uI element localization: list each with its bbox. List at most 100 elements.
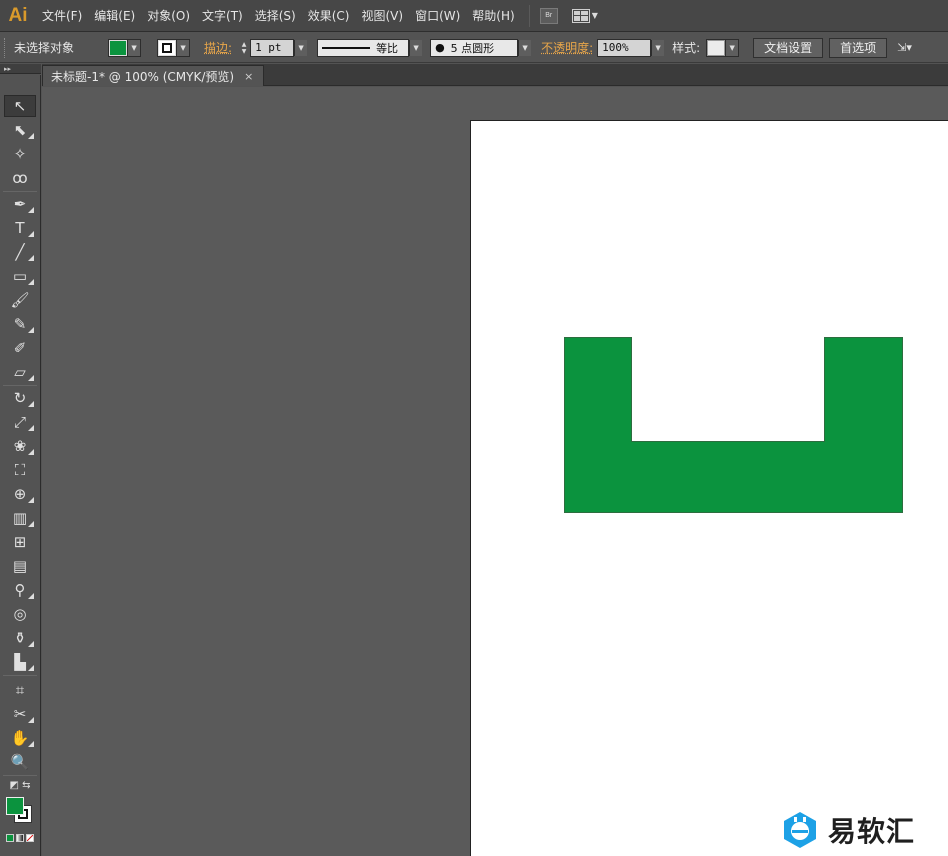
slice-tool-icon[interactable]: ✂ <box>4 703 36 725</box>
stroke-weight-stepper[interactable]: ▲ ▼ <box>238 39 250 57</box>
workspace-switcher[interactable]: ▼ <box>571 8 598 23</box>
brush-preview: ● 5 点圆形 <box>430 38 519 57</box>
type-tool-icon[interactable]: T <box>4 217 36 239</box>
menu-effect[interactable]: 效果(C) <box>302 0 356 32</box>
rectangle-tool-icon[interactable]: ▭ <box>4 265 36 287</box>
blob-brush-tool-icon[interactable]: ✐ <box>4 337 36 359</box>
magic-wand-tool-icon[interactable]: ✧ <box>4 143 36 165</box>
chevron-down-icon: ▼ <box>518 39 532 56</box>
menu-view[interactable]: 视图(V) <box>355 0 409 32</box>
app-logo: Ai <box>8 4 28 26</box>
fill-color-picker[interactable]: ▼ <box>108 38 142 57</box>
chevron-down-icon: ▼ <box>409 39 423 56</box>
free-transform-tool-icon[interactable]: ⛶ <box>4 459 36 481</box>
artboard-tool-icon[interactable]: ⌗ <box>4 679 36 701</box>
selection-tool-icon[interactable]: ↖ <box>4 95 36 117</box>
stroke-weight-field[interactable]: 1 pt <box>250 38 295 57</box>
graphic-style-picker[interactable]: ▼ <box>706 38 740 57</box>
toolbox-separator <box>3 675 37 676</box>
chevron-down-icon: ▼ <box>591 11 598 20</box>
preferences-button[interactable]: 首选项 <box>829 37 888 58</box>
color-mode-buttons[interactable] <box>6 834 34 842</box>
canvas-area[interactable] <box>42 87 948 856</box>
document-tab-title: 未标题-1* @ 100% (CMYK/预览) <box>51 69 235 84</box>
perspective-grid-tool-icon[interactable]: ▥ <box>4 507 36 529</box>
panel-menu-icon[interactable]: ⇲▾ <box>897 41 912 54</box>
chevron-down-icon: ▼ <box>127 39 141 56</box>
toolbox: ↖ ⬉ ✧ ꝏ ✒ T ╱ ▭ 🖌 ✎ ✐ ▱ ↻ ⤢ ❀ ⛶ ⊕ ▥ ⊞ ▤ … <box>0 75 41 856</box>
stroke-label[interactable]: 描边: <box>204 39 232 56</box>
close-icon[interactable]: × <box>244 70 253 83</box>
brush-definition[interactable]: ● 5 点圆形 ▼ <box>430 38 532 57</box>
menu-separator <box>528 4 530 27</box>
chevron-down-icon: ▼ <box>725 39 739 56</box>
paintbrush-tool-icon[interactable]: 🖌 <box>4 289 36 311</box>
brush-dot-icon: ● <box>435 41 445 54</box>
watermark: 易软汇 <box>780 810 915 850</box>
eraser-tool-icon[interactable]: ▱ <box>4 361 36 383</box>
variable-width-profile[interactable]: 等比 ▼ <box>317 38 423 57</box>
fill-swatch <box>109 39 128 56</box>
direct-selection-tool-icon[interactable]: ⬉ <box>4 119 36 141</box>
stroke-weight-combo[interactable]: 1 pt ▼ <box>250 38 308 57</box>
selection-status: 未选择对象 <box>14 41 75 55</box>
menu-edit[interactable]: 编辑(E) <box>88 0 141 32</box>
blend-tool-icon[interactable]: ◎ <box>4 603 36 625</box>
menu-window[interactable]: 窗口(W) <box>409 0 466 32</box>
toolbox-separator <box>3 191 37 192</box>
mesh-tool-icon[interactable]: ⊞ <box>4 531 36 553</box>
pencil-tool-icon[interactable]: ✎ <box>4 313 36 335</box>
opacity-field[interactable]: 100% <box>597 38 652 57</box>
fill-stroke-widget[interactable] <box>4 795 36 831</box>
gradient-tool-icon[interactable]: ▤ <box>4 555 36 577</box>
opacity-combo[interactable]: 100% ▼ <box>597 38 665 57</box>
pen-tool-icon[interactable]: ✒ <box>4 193 36 215</box>
shape-builder-tool-icon[interactable]: ⊕ <box>4 483 36 505</box>
lasso-tool-icon[interactable]: ꝏ <box>4 167 36 189</box>
document-setup-button[interactable]: 文档设置 <box>753 37 824 58</box>
opacity-label[interactable]: 不透明度: <box>541 39 593 56</box>
chevron-down-icon: ▼ <box>651 39 665 56</box>
document-tab-bar: 未标题-1* @ 100% (CMYK/预览) × <box>42 64 948 86</box>
menu-bar: Ai 文件(F) 编辑(E) 对象(O) 文字(T) 选择(S) 效果(C) 视… <box>0 0 948 32</box>
menu-object[interactable]: 对象(O) <box>141 0 196 32</box>
default-colors-swap-icon[interactable]: ◩ ⇆ <box>4 777 36 793</box>
symbol-sprayer-tool-icon[interactable]: ⚱ <box>4 627 36 649</box>
control-bar-grip[interactable] <box>4 37 8 58</box>
menu-type[interactable]: 文字(T) <box>196 0 249 32</box>
u-shape-path[interactable] <box>564 337 904 513</box>
menu-file[interactable]: 文件(F) <box>36 0 88 32</box>
menu-select[interactable]: 选择(S) <box>249 0 302 32</box>
hand-tool-icon[interactable]: ✋ <box>4 727 36 749</box>
color-mode-icon[interactable] <box>6 834 14 842</box>
toolbox-collapse-toggle[interactable]: ▸▸ <box>0 64 41 74</box>
style-label: 样式: <box>672 41 701 55</box>
chevron-down-icon: ▼ <box>294 39 308 56</box>
gradient-mode-icon[interactable] <box>16 834 24 842</box>
scale-tool-icon[interactable]: ⤢ <box>4 411 36 433</box>
artboard[interactable] <box>470 120 948 856</box>
profile-label: 等比 <box>376 41 399 55</box>
bridge-button[interactable]: Br <box>539 7 558 24</box>
column-graph-tool-icon[interactable]: ▙ <box>4 651 36 673</box>
eyedropper-tool-icon[interactable]: ⚲ <box>4 579 36 601</box>
none-mode-icon[interactable] <box>26 834 34 842</box>
chevron-down-icon: ▼ <box>176 39 190 56</box>
rotate-tool-icon[interactable]: ↻ <box>4 387 36 409</box>
menu-help[interactable]: 帮助(H) <box>466 0 520 32</box>
workspace-grid-icon <box>571 8 590 23</box>
zoom-tool-icon[interactable]: 🔍 <box>4 751 36 773</box>
profile-line-icon <box>322 46 371 49</box>
control-bar: 未选择对象 ▼ ▼ 描边: ▲ ▼ 1 pt ▼ 等比 ▼ ● 5 点圆形 ▼ 不… <box>0 33 948 63</box>
document-tab[interactable]: 未标题-1* @ 100% (CMYK/预览) × <box>42 65 264 86</box>
fill-swatch-large[interactable] <box>6 797 24 815</box>
style-swatch <box>707 39 726 56</box>
line-segment-tool-icon[interactable]: ╱ <box>4 241 36 263</box>
watermark-text: 易软汇 <box>828 815 916 848</box>
toolbox-separator <box>3 775 37 776</box>
warp-tool-icon[interactable]: ❀ <box>4 435 36 457</box>
watermark-logo-icon <box>784 812 816 848</box>
toolbox-separator <box>3 385 37 386</box>
stroke-color-picker[interactable]: ▼ <box>157 38 191 57</box>
u-shape[interactable] <box>564 337 903 513</box>
